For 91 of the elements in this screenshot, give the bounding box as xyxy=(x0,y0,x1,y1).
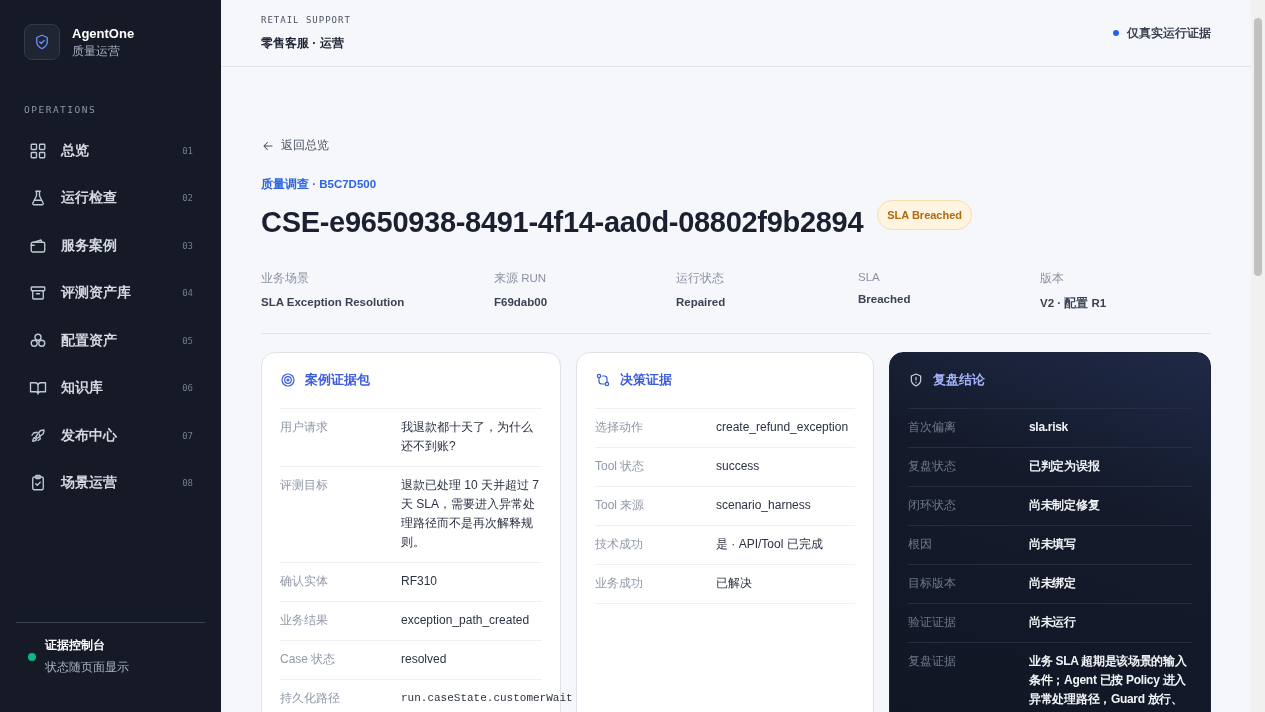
back-link[interactable]: 返回总览 xyxy=(261,137,329,154)
field-label: Tool 来源 xyxy=(595,496,646,514)
field-label: 复盘证据 xyxy=(908,652,957,670)
field-value: exception_path_created xyxy=(401,611,531,629)
scrollbar-thumb[interactable] xyxy=(1254,18,1262,276)
section-label: OPERATIONS xyxy=(23,103,98,117)
field-value: 尚未填写 xyxy=(1029,535,1077,553)
target-icon xyxy=(280,372,296,388)
nav-item[interactable]: 发布中心 07 xyxy=(0,412,221,460)
field-label: 业务成功 xyxy=(595,574,644,592)
field-value: resolved xyxy=(401,650,448,668)
nav-item[interactable]: 服务案例 03 xyxy=(0,222,221,270)
meta-value: V2 · 配置 R1 xyxy=(1040,295,1108,311)
field-label: 目标版本 xyxy=(908,574,957,592)
meta-value: Breached xyxy=(858,292,912,305)
meta-value: SLA Exception Resolution xyxy=(261,295,406,308)
clipboard-check-icon xyxy=(29,474,47,493)
field-label: 持久化路径 xyxy=(280,689,341,707)
field-label: 首次偏离 xyxy=(908,418,957,436)
scrollbar[interactable] xyxy=(1251,0,1265,712)
field-value: 尚未绑定 xyxy=(1029,574,1077,592)
blocks-icon xyxy=(29,331,47,350)
field-label: 验证证据 xyxy=(908,613,957,631)
nav-item[interactable]: 评测资产库 04 xyxy=(0,269,221,317)
branch-icon xyxy=(595,372,611,388)
nav-item[interactable]: 知识库 06 xyxy=(0,364,221,412)
meta-value: Repaired xyxy=(676,295,727,308)
nav-number: 07 xyxy=(182,430,193,441)
nav-item[interactable]: 配置资产 05 xyxy=(0,317,221,365)
meta-value: F69dab00 xyxy=(494,295,549,308)
nav-number: 02 xyxy=(182,193,193,204)
field-value: 退款已处理 10 天并超过 7 天 SLA，需要进入异常处理路径而不是再次解释规则。 xyxy=(401,476,541,551)
meta-label: SLA xyxy=(858,270,881,283)
field-value: 尚未制定修复 xyxy=(1029,496,1101,514)
nav-item[interactable]: 运行检查 02 xyxy=(0,174,221,222)
field-label: Tool 状态 xyxy=(595,457,646,475)
grid-icon xyxy=(29,141,47,160)
meta-label: 运行状态 xyxy=(676,270,725,286)
field-label: 用户请求 xyxy=(280,418,329,436)
nav-number: 06 xyxy=(182,383,193,394)
field-value: 业务 SLA 超期是该场景的输入条件；Agent 已按 Policy 进入异常处理路径，Guard 放行、 xyxy=(1029,652,1188,708)
field-value: create_refund_exception xyxy=(716,418,850,436)
field-label: Case 状态 xyxy=(280,650,337,668)
rocket-icon xyxy=(29,426,47,445)
page-title: 零售客服 · 运营 xyxy=(261,34,345,52)
field-value: 已判定为误报 xyxy=(1029,457,1101,475)
book-icon xyxy=(29,379,47,398)
status-badge: SLA Breached xyxy=(877,199,973,230)
field-value: success xyxy=(716,457,761,475)
meta-label: 来源 RUN xyxy=(494,270,548,286)
console-subtitle: 状态随页面显示 xyxy=(45,659,129,676)
field-value: 是 · API/Tool 已完成 xyxy=(716,535,824,553)
nav-number: 03 xyxy=(182,240,193,251)
field-value: 尚未运行 xyxy=(1029,613,1077,631)
archive-icon xyxy=(29,284,47,303)
nav-number: 01 xyxy=(182,145,193,156)
case-title: CSE-e9650938-8491-4f14-aa0d-08802f9b2894 xyxy=(261,205,864,239)
meta-label: 业务场景 xyxy=(261,270,310,286)
field-label: 技术成功 xyxy=(595,535,644,553)
shield-check-icon xyxy=(33,33,51,51)
field-label: 根因 xyxy=(908,535,933,553)
brand-subtitle: 质量运营 xyxy=(72,43,121,59)
field-label: 选择动作 xyxy=(595,418,644,436)
field-label: 评测目标 xyxy=(280,476,329,494)
field-label: 确认实体 xyxy=(280,572,329,590)
flask-icon xyxy=(29,189,47,208)
nav-number: 05 xyxy=(182,335,193,346)
wallet-icon xyxy=(29,236,47,255)
nav-number: 08 xyxy=(182,478,193,489)
card-title: 案例证据包 xyxy=(305,371,370,389)
meta-label: 版本 xyxy=(1040,270,1065,286)
card-title: 决策证据 xyxy=(620,371,672,389)
field-value: sla.risk xyxy=(1029,418,1069,436)
field-label: 复盘状态 xyxy=(908,457,957,475)
status-label: 仅真实运行证据 xyxy=(1127,24,1211,42)
card-title: 复盘结论 xyxy=(933,371,985,389)
shield-alert-icon xyxy=(908,372,924,388)
field-value: 已解决 xyxy=(716,574,753,592)
field-label: 闭环状态 xyxy=(908,496,957,514)
nav-item[interactable]: 场景运营 08 xyxy=(0,459,221,507)
section-eyebrow: RETAIL SUPPORT xyxy=(261,14,351,25)
brand-name: AgentOne xyxy=(72,25,135,41)
console-title: 证据控制台 xyxy=(45,637,106,654)
field-label: 业务结果 xyxy=(280,611,329,629)
nav-number: 04 xyxy=(182,288,193,299)
field-value: 我退款都十天了，为什么还不到账? xyxy=(401,418,534,455)
field-value: run.caseState.customerWait xyxy=(401,690,573,706)
field-value: scenario_harness xyxy=(716,496,812,514)
nav-item[interactable]: 总览 01 xyxy=(0,127,221,175)
breadcrumb: 质量调查 · B5C7D500 xyxy=(261,176,378,192)
field-value: RF310 xyxy=(401,572,439,590)
